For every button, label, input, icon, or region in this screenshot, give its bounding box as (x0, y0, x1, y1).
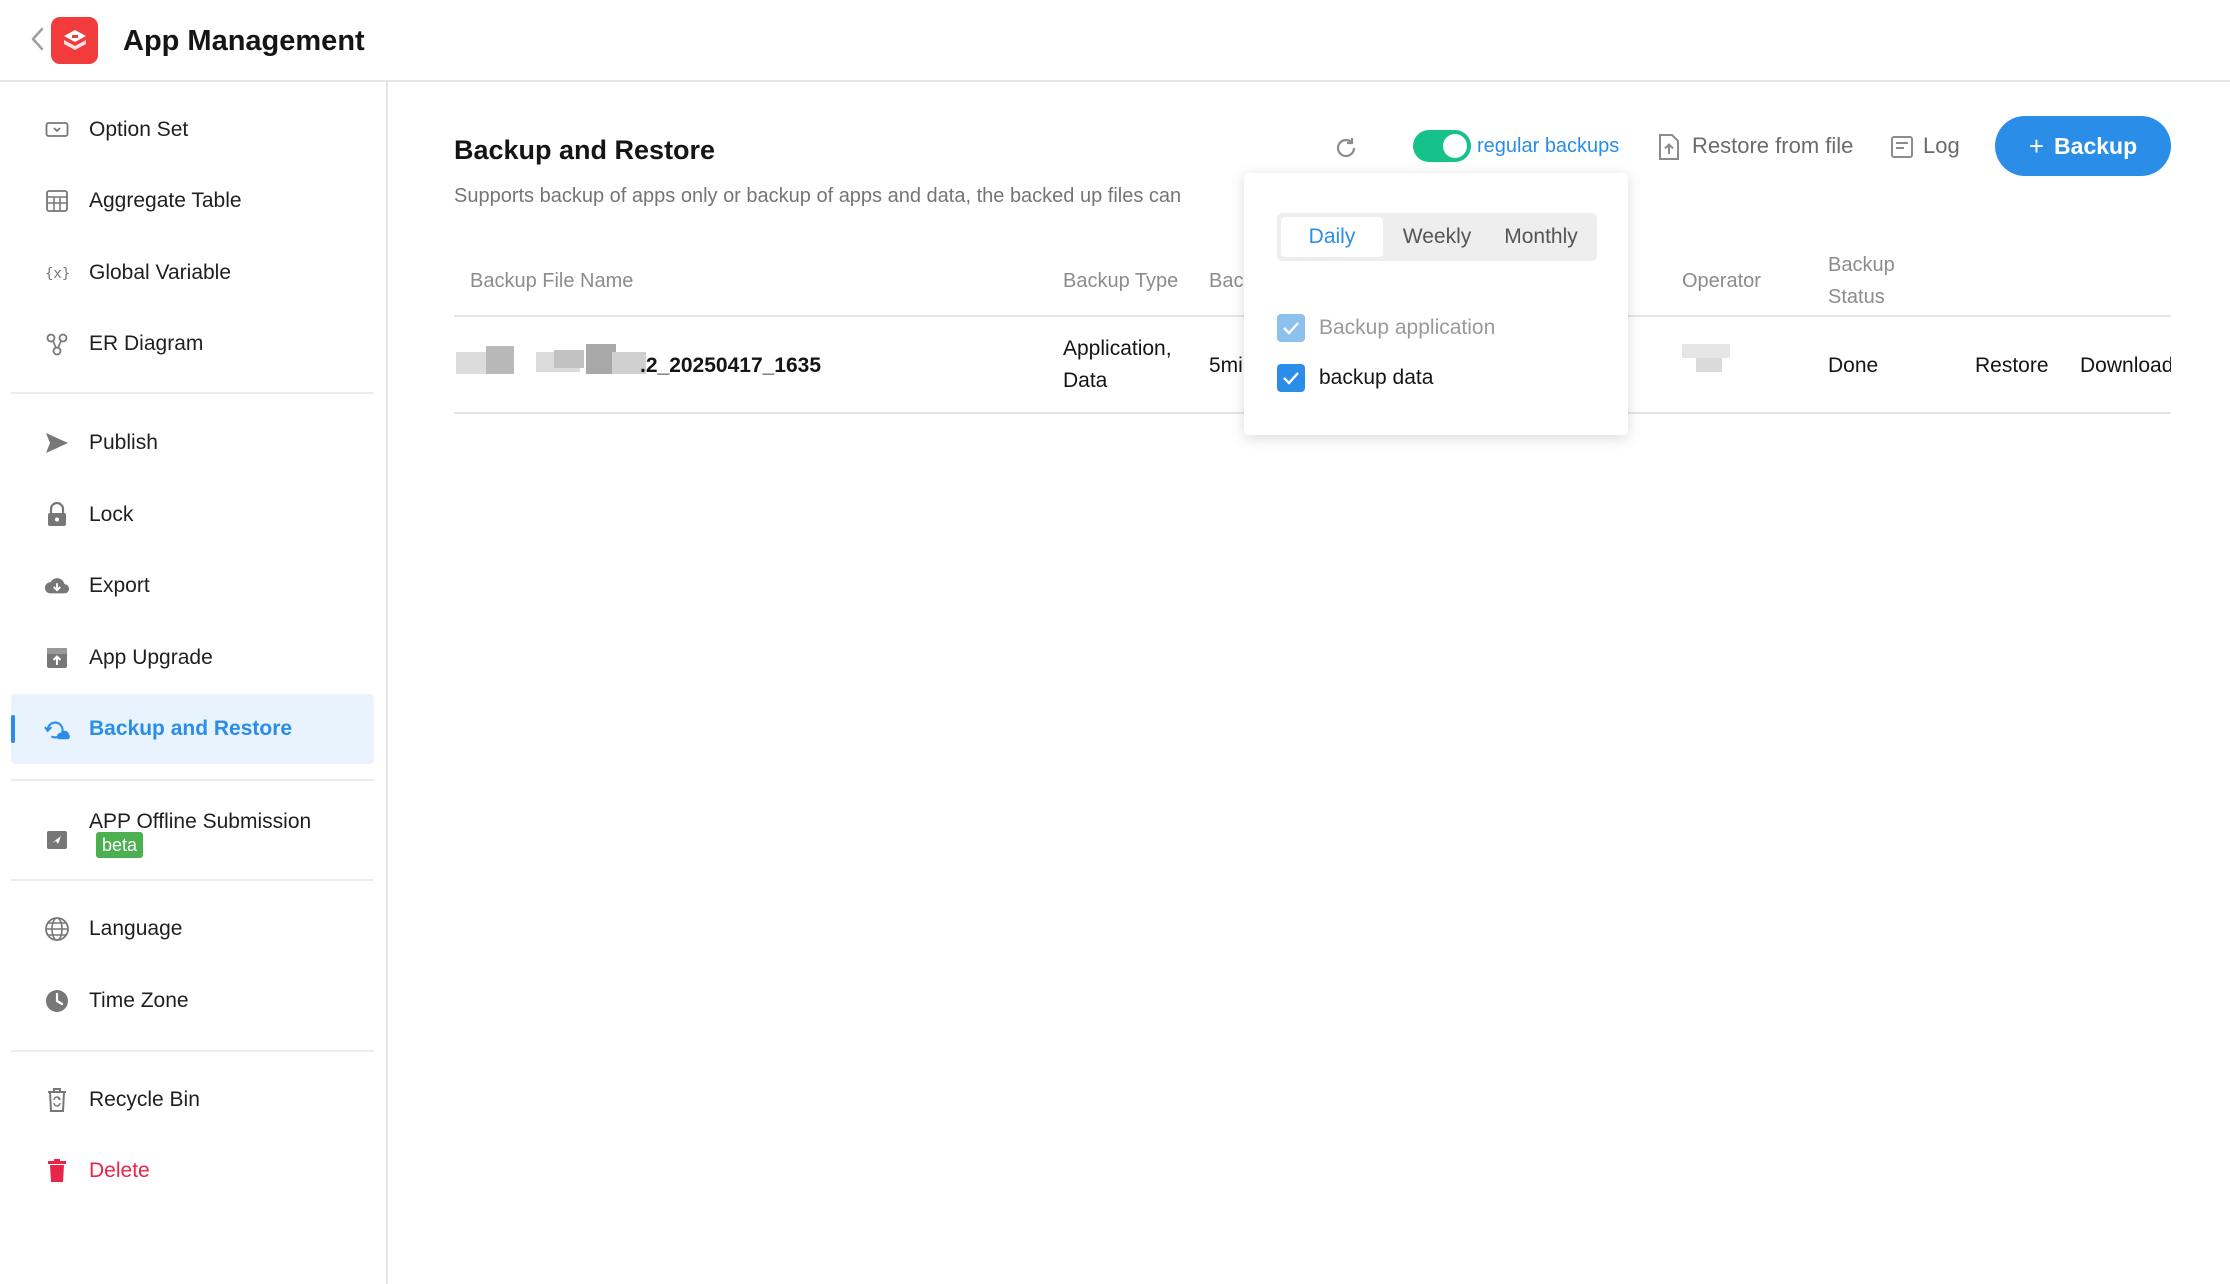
sidebar-item-language[interactable]: Language (11, 894, 374, 964)
beta-badge: beta (96, 832, 144, 858)
sidebar-item-label: App Upgrade (89, 646, 213, 669)
redacted-text (486, 346, 514, 374)
sidebar-item-delete[interactable]: Delete (11, 1136, 374, 1206)
regular-backup-popover: Daily Weekly Monthly Backup application … (1244, 173, 1628, 435)
app-header: App Management (0, 0, 2230, 82)
sidebar-item-label: Aggregate Table (89, 189, 242, 212)
frequency-daily[interactable]: Daily (1281, 217, 1383, 257)
plus-icon: + (2028, 130, 2045, 161)
sidebar-item-label: Delete (89, 1159, 150, 1182)
regular-backups-toggle[interactable] (1413, 130, 1471, 162)
backup-application-checkbox[interactable] (1277, 314, 1305, 342)
restore-from-file-button[interactable]: Restore from file (1692, 132, 1853, 160)
sidebar-item-label: Publish (89, 431, 158, 454)
regular-backups-label[interactable]: regular backups (1477, 132, 1619, 160)
sidebar-item-label: Global Variable (89, 261, 232, 284)
column-header-operator: Operator (1682, 270, 1761, 292)
option-set-icon (44, 117, 70, 143)
sidebar-item-publish[interactable]: Publish (11, 408, 374, 478)
sidebar-item-label: Recycle Bin (89, 1088, 200, 1111)
recycle-bin-icon (44, 1087, 70, 1113)
check-icon (1283, 372, 1299, 385)
redacted-operator (1696, 358, 1722, 372)
backup-data-label: backup data (1319, 366, 1434, 389)
sidebar-item-label: Backup and Restore (89, 717, 293, 740)
cloud-download-icon (44, 573, 70, 599)
clock-icon (44, 988, 70, 1014)
redacted-operator (1682, 344, 1730, 358)
app-title: App Management (123, 25, 365, 57)
upgrade-box-icon (44, 645, 70, 671)
sidebar-item-global-variable[interactable]: {x} Global Variable (11, 238, 374, 308)
column-header-backup-status-line1: Backup (1828, 254, 1895, 276)
backup-button[interactable]: + Backup (1995, 116, 2171, 176)
sidebar-item-label: ER Diagram (89, 332, 204, 355)
backup-restore-icon (44, 716, 70, 742)
sidebar-item-label: Export (89, 574, 150, 597)
sidebar-item-label: Lock (89, 503, 134, 526)
global-variable-icon: {x} (44, 260, 70, 286)
sidebar-item-app-offline-submission[interactable]: APP Offline Submission (11, 794, 374, 878)
sidebar-divider (11, 879, 374, 881)
backup-file-name: .2_20250417_1635 (640, 354, 822, 377)
sidebar-item-option-set[interactable]: Option Set (11, 95, 374, 165)
log-icon[interactable] (1890, 135, 1914, 159)
send-icon (44, 430, 70, 456)
er-diagram-icon (44, 331, 70, 357)
frequency-weekly[interactable]: Weekly (1387, 217, 1487, 257)
column-header-backup-type: Backup Type (1063, 270, 1179, 292)
restore-link[interactable]: Restore (1975, 350, 2049, 382)
app-logo-icon (51, 17, 98, 64)
trash-icon (44, 1158, 70, 1184)
svg-text:{x}: {x} (45, 266, 70, 282)
backup-application-label: Backup application (1319, 316, 1496, 339)
backup-data-checkbox[interactable] (1277, 364, 1305, 392)
globe-icon (44, 916, 70, 942)
frequency-monthly[interactable]: Monthly (1489, 217, 1593, 257)
redacted-text (554, 350, 584, 368)
page-title: Backup and Restore (454, 135, 716, 165)
sidebar-item-export[interactable]: Export (11, 551, 374, 621)
sidebar-item-recycle-bin[interactable]: Recycle Bin (11, 1065, 374, 1135)
column-header-backup-status-line2: Status (1828, 286, 1885, 308)
backup-type-line2: Data (1063, 369, 1108, 392)
column-header-partial: Bac (1209, 270, 1244, 292)
backup-button-label: Backup (2054, 132, 2138, 159)
aggregate-table-icon (44, 188, 70, 214)
chevron-left-icon[interactable] (30, 26, 52, 56)
backup-partial-cell: 5mi (1209, 354, 1243, 377)
column-header-file-name: Backup File Name (470, 270, 634, 292)
sidebar-item-time-zone[interactable]: Time Zone (11, 966, 374, 1036)
log-button[interactable]: Log (1923, 132, 1960, 160)
sidebar-divider (11, 779, 374, 781)
sidebar-item-label: Option Set (89, 118, 189, 141)
refresh-icon[interactable] (1332, 134, 1360, 162)
frequency-segmented-control: Daily Weekly Monthly (1277, 213, 1597, 261)
sidebar-item-lock[interactable]: Lock (11, 480, 374, 550)
backup-status: Done (1828, 354, 1879, 377)
redacted-text (456, 352, 486, 374)
sidebar-divider (11, 392, 374, 394)
page-description: Supports backup of apps only or backup o… (454, 185, 1182, 207)
offline-submission-icon (44, 827, 70, 853)
file-upload-icon[interactable] (1657, 133, 1681, 161)
download-link[interactable]: Download (2080, 350, 2171, 382)
sidebar-item-er-diagram[interactable]: ER Diagram (11, 309, 374, 379)
sidebar-item-backup-and-restore[interactable]: Backup and Restore (11, 694, 374, 764)
sidebar-item-aggregate-table[interactable]: Aggregate Table (11, 166, 374, 236)
sidebar: Option Set Aggregate Table {x} Global Va… (0, 82, 388, 1284)
backup-type-line1: Application, (1063, 337, 1172, 360)
check-icon (1283, 322, 1299, 335)
sidebar-divider (11, 1050, 374, 1052)
sidebar-item-label: Language (89, 917, 183, 940)
sidebar-item-label: Time Zone (89, 989, 189, 1012)
sidebar-item-app-upgrade[interactable]: App Upgrade (11, 623, 374, 693)
lock-icon (44, 502, 70, 528)
